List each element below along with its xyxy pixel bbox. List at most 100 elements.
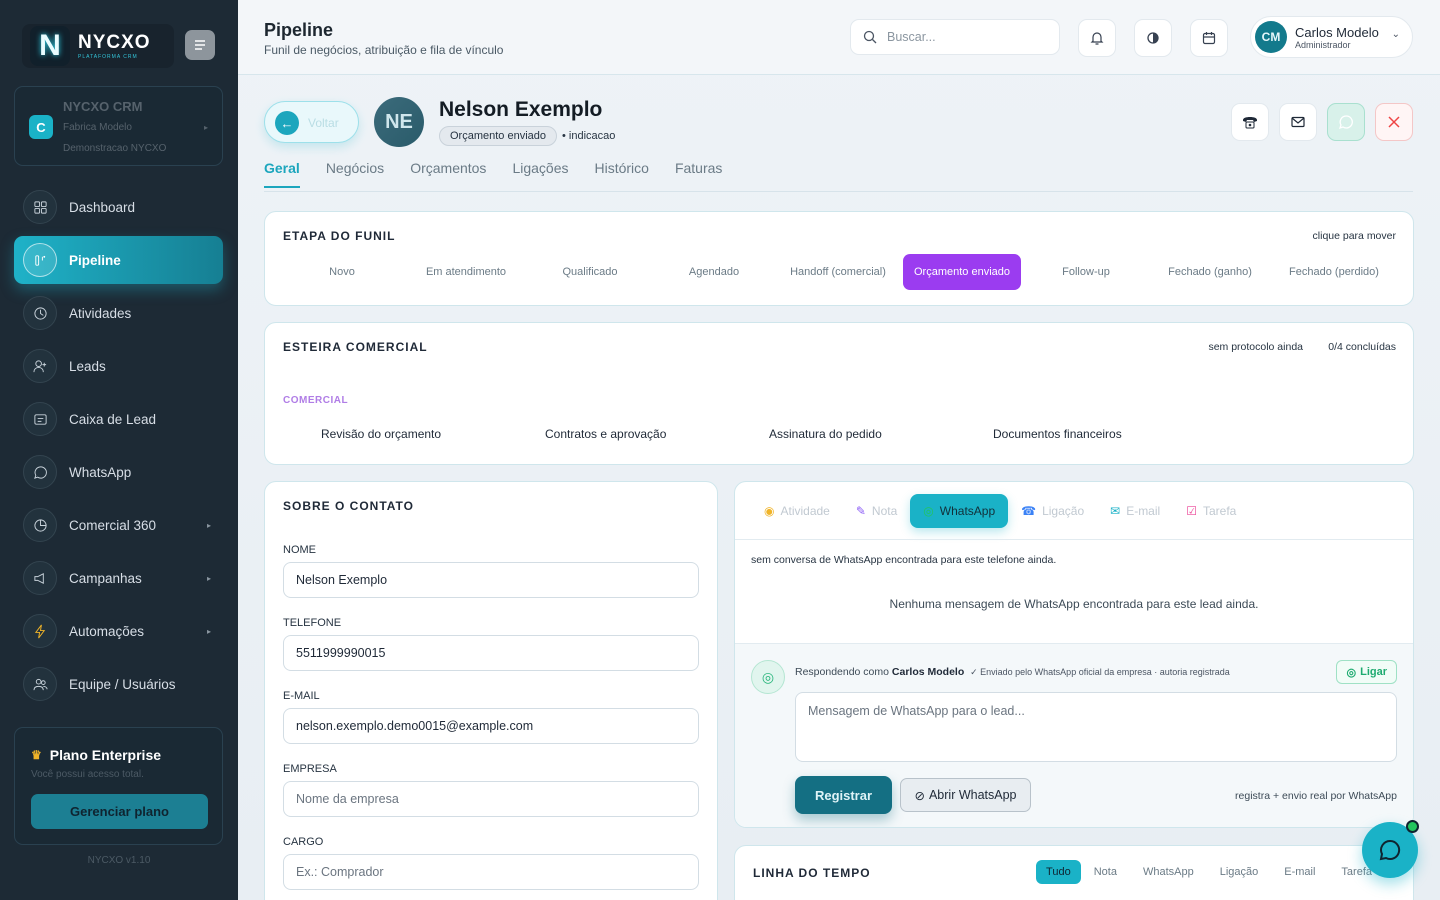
stage-em-atendimento[interactable]: Em atendimento <box>404 254 528 290</box>
field-label: EMPRESA <box>283 763 337 775</box>
stage-fechado-ganho[interactable]: Fechado (ganho) <box>1148 254 1272 290</box>
tab-ligacoes[interactable]: Ligações <box>512 160 568 188</box>
sidebar-item-caixa-de-lead[interactable]: Caixa de Lead <box>14 395 223 443</box>
avatar: CM <box>1255 21 1287 53</box>
responding-prefix: Respondendo como <box>795 666 889 678</box>
tab-faturas[interactable]: Faturas <box>675 160 722 188</box>
sidebar-item-whatsapp[interactable]: WhatsApp <box>14 448 223 496</box>
theme-toggle-button[interactable] <box>1134 19 1172 57</box>
funnel-hint: clique para mover <box>1312 230 1396 242</box>
arrow-left-icon: ← <box>275 111 299 135</box>
tabs-divider <box>264 191 1413 192</box>
sidebar-item-automacoes[interactable]: Automações ▸ <box>14 607 223 655</box>
stage-handoff[interactable]: Handoff (comercial) <box>776 254 900 290</box>
esteira-step[interactable]: Revisão do orçamento <box>321 427 441 441</box>
email-field[interactable]: nelson.exemplo.demo0015@example.com <box>283 708 699 744</box>
email-button[interactable] <box>1279 103 1317 141</box>
back-button[interactable]: ← Voltar <box>264 101 359 143</box>
tab-label: E-mail <box>1126 504 1161 518</box>
tab-historico[interactable]: Histórico <box>594 160 648 188</box>
funnel-card: ETAPA DO FUNIL clique para mover Novo Em… <box>264 211 1414 306</box>
brand-logo[interactable]: N NYCXO PLATAFORMA CRM <box>22 24 174 68</box>
esteira-title: ESTEIRA COMERCIAL <box>283 340 428 354</box>
whatsapp-icon: ◎ <box>1346 666 1357 679</box>
sidebar-item-label: Equipe / Usuários <box>69 676 176 692</box>
esteira-step[interactable]: Documentos financeiros <box>993 427 1122 441</box>
communication-card: ◉ Atividade ✎ Nota ◎ WhatsApp ☎ Ligação ✉ E-m… <box>734 481 1414 828</box>
tab-label: Nota <box>871 504 898 518</box>
open-whatsapp-button[interactable]: ⊘ Abrir WhatsApp <box>900 778 1031 812</box>
inbox-icon <box>23 402 57 436</box>
user-plus-icon <box>23 349 57 383</box>
stage-novo[interactable]: Novo <box>280 254 404 290</box>
company-field[interactable]: Nome da empresa <box>283 781 699 817</box>
app-version: NYCXO v1.10 <box>87 855 151 866</box>
tab-negocios[interactable]: Negócios <box>326 160 384 188</box>
sidebar-item-equipe[interactable]: Equipe / Usuários <box>14 660 223 708</box>
tab-geral[interactable]: Geral <box>264 160 300 188</box>
filter-ligacao[interactable]: Ligação <box>1207 860 1272 884</box>
company-selector[interactable]: C NYCXO CRM Fabrica Modelo Demonstracao … <box>14 86 223 166</box>
filter-whatsapp[interactable]: WhatsApp <box>1130 860 1207 884</box>
tab-email[interactable]: ✉ E-mail <box>1097 494 1173 528</box>
sidebar-item-leads[interactable]: Leads <box>14 342 223 390</box>
stage-agendado[interactable]: Agendado <box>652 254 776 290</box>
sidebar-item-campanhas[interactable]: Campanhas ▸ <box>14 554 223 602</box>
whatsapp-button[interactable] <box>1327 103 1365 141</box>
search-input[interactable]: Buscar... <box>850 19 1060 55</box>
close-icon <box>1388 116 1400 128</box>
no-messages-note: Nenhuma mensagem de WhatsApp encontrada … <box>889 597 1259 611</box>
field-label: E-MAIL <box>283 690 320 702</box>
sidebar-item-atividades[interactable]: Atividades <box>14 289 223 337</box>
name-field[interactable]: Nelson Exemplo <box>283 562 699 598</box>
close-button[interactable] <box>1375 103 1413 141</box>
tab-atividade[interactable]: ◉ Atividade <box>751 494 843 528</box>
logo-mark: N <box>30 26 70 66</box>
logo-text: NYCXO <box>78 31 151 53</box>
esteira-step[interactable]: Contratos e aprovação <box>545 427 666 441</box>
tab-whatsapp[interactable]: ◎ WhatsApp <box>910 494 1009 528</box>
tab-ligacao[interactable]: ☎ Ligação <box>1008 494 1097 528</box>
tab-orcamentos[interactable]: Orçamentos <box>410 160 486 188</box>
role-field[interactable]: Ex.: Comprador <box>283 854 699 890</box>
filter-email[interactable]: E-mail <box>1271 860 1328 884</box>
tab-nota[interactable]: ✎ Nota <box>843 494 910 528</box>
sidebar-item-pipeline[interactable]: Pipeline <box>14 236 223 284</box>
chat-bubble-icon <box>1379 839 1401 861</box>
filter-tudo[interactable]: Tudo <box>1036 860 1081 884</box>
sidebar-item-label: WhatsApp <box>69 464 132 480</box>
lead-avatar: NE <box>374 97 424 147</box>
tab-tarefa[interactable]: ☑ Tarefa <box>1173 494 1249 528</box>
calendar-button[interactable] <box>1190 19 1228 57</box>
stage-qualificado[interactable]: Qualificado <box>528 254 652 290</box>
plan-card: ♛ Plano Enterprise Você possui acesso tot… <box>14 727 223 845</box>
sidebar-item-dashboard[interactable]: Dashboard <box>14 183 223 231</box>
stage-badge: Orçamento enviado <box>439 126 557 146</box>
notifications-button[interactable] <box>1078 19 1116 57</box>
phone-field[interactable]: 5511999990015 <box>283 635 699 671</box>
manage-plan-button[interactable]: Gerenciar plano <box>31 794 208 829</box>
call-whatsapp-button[interactable]: ◎ Ligar <box>1336 660 1397 684</box>
calendar-icon <box>1202 32 1216 45</box>
stage-follow-up[interactable]: Follow-up <box>1024 254 1148 290</box>
chat-icon <box>23 455 57 489</box>
filter-nota[interactable]: Nota <box>1081 860 1130 884</box>
mail-icon <box>1291 116 1305 128</box>
contrast-icon <box>1147 32 1159 44</box>
message-placeholder: Mensagem de WhatsApp para o lead... <box>808 704 1025 718</box>
message-textarea[interactable]: Mensagem de WhatsApp para o lead... <box>795 692 1397 762</box>
menu-toggle-button[interactable] <box>185 30 215 60</box>
clock-icon <box>23 296 57 330</box>
user-name: Carlos Modelo <box>1295 25 1379 40</box>
stage-orcamento-enviado[interactable]: Orçamento enviado <box>903 254 1021 290</box>
user-menu[interactable]: CM Carlos Modelo Administrador ⌄ <box>1250 16 1413 58</box>
phone-icon: ☎ <box>1021 504 1037 518</box>
sidebar-item-comercial-360[interactable]: Comercial 360 ▸ <box>14 501 223 549</box>
esteira-step[interactable]: Assinatura do pedido <box>769 427 882 441</box>
stage-fechado-perdido[interactable]: Fechado (perdido) <box>1272 254 1396 290</box>
register-button[interactable]: Registrar <box>795 776 892 814</box>
no-conversation-note: sem conversa de WhatsApp encontrada para… <box>751 554 1057 566</box>
tab-label: Tarefa <box>1202 504 1237 518</box>
call-button[interactable] <box>1231 103 1269 141</box>
sidebar-item-label: Dashboard <box>69 199 136 215</box>
